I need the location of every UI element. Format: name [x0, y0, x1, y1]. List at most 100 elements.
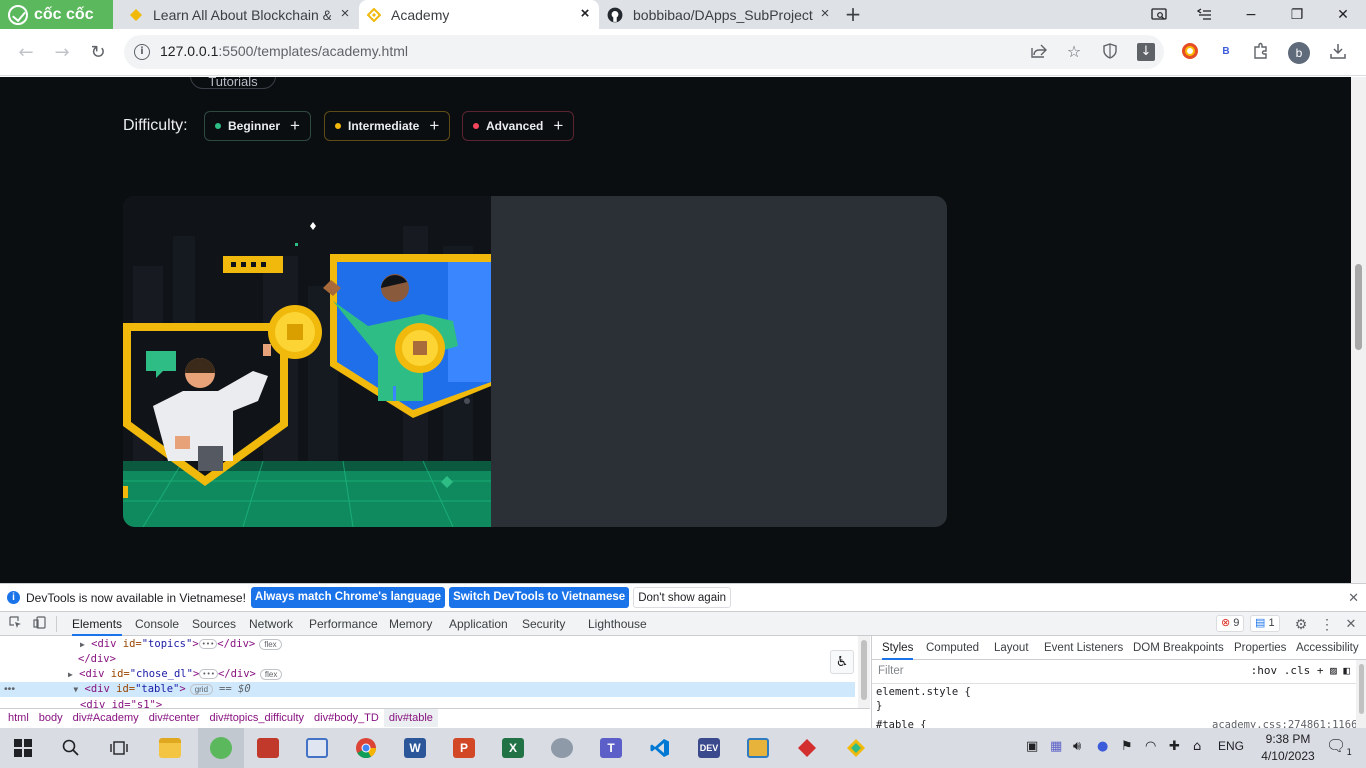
intermediate-filter-chip[interactable]: Intermediate + — [324, 111, 451, 141]
more-options-icon[interactable]: ⋮ — [1319, 616, 1335, 632]
devcpp-icon[interactable]: DEV — [694, 733, 724, 763]
app-icon-5[interactable] — [792, 733, 822, 763]
tab-styles[interactable]: Styles — [882, 636, 914, 660]
tab-performance[interactable]: Performance — [309, 612, 378, 636]
breadcrumb-body[interactable]: body — [34, 709, 68, 727]
tray-app-icon-1[interactable]: ▣ — [1026, 739, 1038, 754]
beginner-filter-chip[interactable]: Beginner + — [204, 111, 311, 141]
dom-node-table-selected[interactable]: ••• ▼ <div id="table"> grid == $0 — [0, 682, 855, 697]
collapsed-ellipsis-icon[interactable]: ••• — [198, 639, 218, 649]
tab-sources[interactable]: Sources — [192, 612, 236, 636]
tab-academy[interactable]: Academy × — [359, 0, 599, 29]
breadcrumb-table[interactable]: div#table — [383, 709, 438, 727]
bookmark-star-icon[interactable]: ☆ — [1065, 43, 1083, 61]
share-icon[interactable] — [1030, 43, 1048, 61]
rule-source-link[interactable]: academy.css:274861:1166 — [1212, 720, 1357, 728]
message-count-badge[interactable]: ▤ 1 — [1250, 615, 1280, 632]
language-indicator[interactable]: ENG — [1218, 739, 1244, 753]
breadcrumb-html[interactable]: html — [3, 709, 34, 727]
file-explorer-icon[interactable] — [155, 733, 185, 763]
inspect-element-icon[interactable] — [7, 616, 23, 632]
tab-dom-breakpoints[interactable]: DOM Breakpoints — [1133, 636, 1224, 660]
tab-console[interactable]: Console — [135, 612, 179, 636]
tab-github[interactable]: bobbibao/DApps_SubProject × — [599, 0, 839, 29]
powerpoint-icon[interactable]: P — [449, 733, 479, 763]
app-icon-6[interactable] — [841, 733, 871, 763]
paint-icon[interactable]: ▨ — [1330, 664, 1337, 677]
tab-layout[interactable]: Layout — [994, 636, 1029, 660]
b-extension-icon[interactable]: B — [1216, 42, 1236, 62]
maximize-button[interactable]: ❐ — [1274, 0, 1320, 29]
address-bar[interactable]: i 127.0.0.1:5500/templates/academy.html … — [124, 35, 1164, 69]
minimize-button[interactable]: − — [1228, 0, 1274, 29]
search-icon[interactable] — [56, 733, 86, 763]
styles-scrollbar-thumb[interactable] — [1359, 664, 1364, 714]
tab-application[interactable]: Application — [449, 612, 508, 636]
task-view-icon[interactable] — [104, 733, 134, 763]
dom-node-chose-dl[interactable]: ▶ <div id="chose_dl"> ••• </div> flex — [68, 667, 283, 682]
error-count-badge[interactable]: ⊗ 9 — [1216, 615, 1245, 632]
app-icon-3[interactable] — [547, 733, 577, 763]
page-scrollbar[interactable] — [1351, 77, 1366, 583]
featured-article-card[interactable] — [123, 196, 947, 527]
tab-close-icon[interactable]: × — [577, 6, 593, 22]
coccoc-taskbar-icon[interactable] — [206, 733, 236, 763]
switch-to-vietnamese-button[interactable]: Switch DevTools to Vietnamese — [449, 587, 630, 608]
excel-icon[interactable]: X — [498, 733, 528, 763]
tab-computed[interactable]: Computed — [926, 636, 979, 660]
toggle-sidebar-icon[interactable]: ◧ — [1343, 664, 1350, 677]
collapse-arrow-icon[interactable]: ▼ — [73, 685, 78, 694]
forward-button[interactable]: → — [48, 39, 76, 67]
download-page-icon[interactable]: ↓ — [1137, 43, 1155, 61]
back-forward-cache-icon[interactable] — [1182, 0, 1228, 29]
app-icon-1[interactable] — [253, 733, 283, 763]
word-icon[interactable]: W — [400, 733, 430, 763]
tab-network[interactable]: Network — [249, 612, 293, 636]
tab-learn-blockchain[interactable]: Learn All About Blockchain & × — [113, 0, 359, 29]
device-toolbar-icon[interactable] — [31, 616, 47, 632]
elements-dom-tree[interactable]: ▶ <div id="topics"> ••• </div> flex </div> … — [0, 636, 858, 708]
profile-avatar[interactable]: b — [1288, 42, 1310, 64]
close-devtools-icon[interactable]: ✕ — [1343, 616, 1359, 632]
coccoc-extension-icon[interactable] — [1180, 42, 1200, 62]
tab-elements[interactable]: Elements — [72, 612, 123, 636]
reload-button[interactable]: ↻ — [84, 39, 112, 67]
tab-close-icon[interactable]: × — [337, 6, 353, 22]
hov-cls-buttons[interactable]: :hov .cls + — [1251, 664, 1324, 677]
tray-app-icon-4[interactable]: ✚ — [1169, 739, 1180, 754]
teams-icon[interactable]: T — [596, 733, 626, 763]
flex-badge[interactable]: flex — [259, 639, 282, 650]
app-icon-4[interactable] — [743, 733, 773, 763]
breadcrumb-topics-difficulty[interactable]: div#topics_difficulty — [204, 709, 309, 727]
settings-gear-icon[interactable]: ⚙ — [1293, 616, 1309, 632]
breadcrumb-center[interactable]: div#center — [144, 709, 205, 727]
table-rule[interactable]: #table { — [876, 720, 927, 728]
tray-teams-icon[interactable]: ▦ — [1050, 739, 1062, 754]
dont-show-again-button[interactable]: Don't show again — [633, 587, 732, 608]
coccoc-brand-button[interactable]: cốc cốc — [0, 0, 113, 29]
page-scrollbar-thumb[interactable] — [1355, 264, 1362, 350]
wifi-icon[interactable]: ◠ — [1145, 739, 1156, 754]
accessibility-tree-icon[interactable]: ♿ — [830, 650, 854, 674]
extensions-puzzle-icon[interactable] — [1251, 42, 1271, 62]
elements-scrollbar[interactable] — [858, 636, 870, 708]
element-style-rule[interactable]: element.style { — [876, 686, 971, 698]
shield-icon[interactable] — [1101, 43, 1119, 61]
system-clock[interactable]: 9:38 PM 4/10/2023 — [1258, 731, 1318, 765]
styles-scrollbar[interactable] — [1356, 660, 1366, 728]
expand-arrow-icon[interactable]: ▶ — [68, 670, 73, 679]
downloads-icon[interactable] — [1328, 42, 1348, 62]
node-actions-icon[interactable]: ••• — [4, 683, 15, 695]
tray-app-icon-2[interactable]: ● — [1097, 739, 1108, 754]
close-infobar-icon[interactable]: ✕ — [1348, 590, 1359, 606]
collapsed-ellipsis-icon[interactable]: ••• — [199, 669, 218, 679]
dom-node-s1[interactable]: <div id="s1"> — [80, 698, 162, 708]
start-windows-icon[interactable] — [8, 733, 38, 763]
site-info-icon[interactable]: i — [134, 44, 150, 60]
tab-event-listeners[interactable]: Event Listeners — [1044, 636, 1123, 660]
notifications-icon[interactable]: 🗨︎1 — [1326, 736, 1352, 758]
dom-closing-tag[interactable]: </div> — [78, 652, 116, 667]
tab-accessibility[interactable]: Accessibility — [1296, 636, 1359, 660]
back-button[interactable]: ← — [12, 39, 40, 67]
advanced-filter-chip[interactable]: Advanced + — [462, 111, 575, 141]
